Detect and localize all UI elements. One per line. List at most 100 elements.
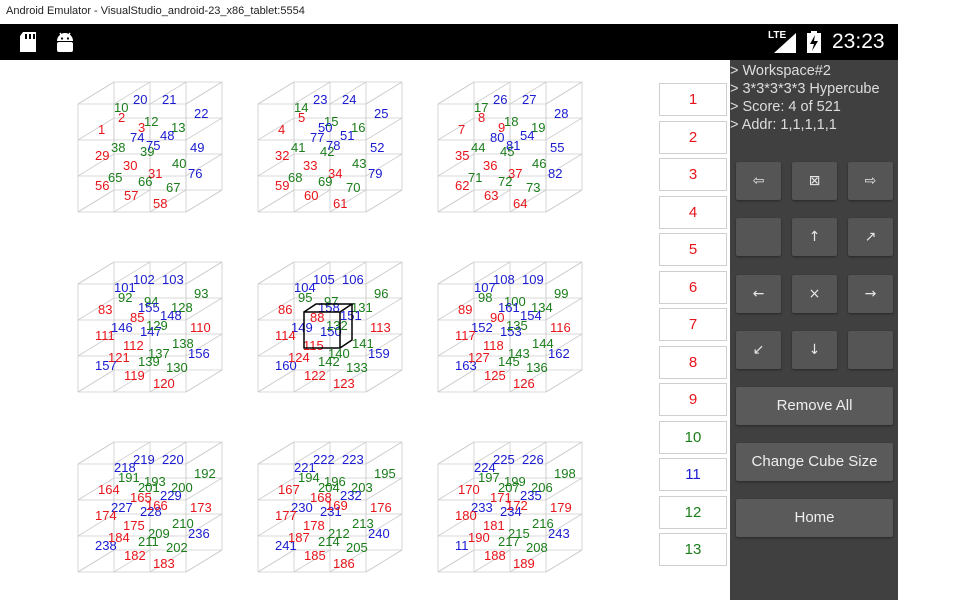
cell-number: 69 [318,174,332,189]
layer-button-2[interactable]: 2 [659,120,727,154]
move-down-left-button[interactable]: ↙ [736,331,781,369]
layer-button-8[interactable]: 8 [659,345,727,379]
cell-number: 66 [138,174,152,189]
cell-number: 217 [498,534,520,549]
cell-number: 24 [342,92,356,107]
grid-line [365,189,403,213]
cell-number: 32 [275,148,289,163]
grid-line [77,549,115,573]
cell-number: 167 [278,482,300,497]
cell-number: 89 [458,302,472,317]
grid-line [77,441,115,465]
cell-number: 43 [352,156,366,171]
grid-line [545,189,583,213]
layer-button-12[interactable]: 12 [659,495,727,529]
cell-number: 142 [318,354,340,369]
remove-cell-button[interactable]: × [792,275,837,313]
cell-number: 48 [160,128,174,143]
cell-number: 4 [278,122,285,137]
cell-number: 111 [95,328,115,343]
cell-number: 205 [346,540,368,555]
cell-number: 36 [483,158,497,173]
cell-number: 226 [522,452,544,467]
move-down-button[interactable]: ↓ [792,331,837,369]
home-button[interactable]: Home [736,499,893,537]
grid-line [257,189,295,213]
cell-number: 44 [471,140,485,155]
cell-number: 57 [124,188,138,203]
layer-button-3[interactable]: 3 [659,158,727,191]
clear-selection-button[interactable]: ⊠ [792,162,837,200]
layer-button-9[interactable]: 9 [659,383,727,416]
battery-charging-icon [807,31,821,53]
grid-line [185,189,223,213]
change-cube-size-button[interactable]: Change Cube Size [736,443,893,481]
window-title: Android Emulator - VisualStudio_android-… [6,5,305,17]
layer-button-11[interactable]: 11 [659,458,727,491]
cell-number: 132 [326,318,348,333]
cell-number: 70 [346,180,360,195]
cell-number: 156 [188,346,210,361]
cell-number: 225 [493,452,515,467]
cell-number: 183 [153,556,175,571]
cell-number: 86 [278,302,292,317]
emulator-side-strip [898,24,962,600]
move-up-right-button[interactable]: ↗ [848,218,893,256]
cell-number: 9 [498,120,505,135]
grid-line [437,189,475,213]
cell-number: 214 [318,534,340,549]
cell-number: 75 [146,138,160,153]
grid-line [545,549,583,573]
layer-button-13[interactable]: 13 [659,533,727,566]
cell-number: 190 [468,530,490,545]
grid-line [437,549,475,573]
cell-number: 82 [548,166,562,181]
cell-number: 170 [458,482,480,497]
layer-button-5[interactable]: 5 [659,233,727,266]
nav-blank-button[interactable] [736,218,781,256]
cell-number: 240 [368,526,390,541]
move-up-button[interactable]: ↑ [792,218,837,256]
cell-number: 79 [368,166,382,181]
remove-all-button[interactable]: Remove All [736,387,893,425]
grid-line [437,369,475,393]
grid-line [77,261,115,285]
cell-number: 186 [333,556,355,571]
layer-button-10[interactable]: 10 [659,420,727,454]
move-right-button[interactable]: → [848,275,893,313]
cell-number: 243 [548,526,570,541]
grid-line [185,369,223,393]
cell-number: 122 [304,368,326,383]
cell-number: 61 [333,196,347,211]
cell-number: 169 [326,498,348,513]
cell-number: 204 [318,480,340,495]
grid-line [545,261,583,285]
cell-number: 25 [374,106,388,121]
cell-number: 207 [498,480,520,495]
cell-number: 46 [532,156,546,171]
clock: 23:23 [832,30,885,53]
hypercube-view[interactable]: 121020 212212 1338 3948492930314056575865 66… [0,60,660,600]
prev-workspace-button[interactable]: ⇦ [736,162,781,200]
nav-blank-button-2[interactable] [848,331,893,369]
grid-line [545,441,583,465]
layer-button-4[interactable]: 4 [659,195,727,229]
layer-button-7[interactable]: 7 [659,308,727,341]
layer-button-6[interactable]: 6 [659,270,727,304]
cell-number: 114 [275,328,296,343]
cell-number: 55 [550,140,564,155]
move-left-button[interactable]: ← [736,275,781,313]
grid-line [437,81,475,105]
layer-button-1[interactable]: 1 [659,83,727,116]
cell-number: 161 [498,300,520,315]
grid-line [365,441,403,465]
grid-line [185,261,223,285]
grid-line [365,117,403,141]
cell-number: 105 [313,272,335,287]
score-label: > Score: 4 of 521 [730,99,841,115]
cell-number: 176 [370,500,392,515]
cell-number: 189 [513,556,535,571]
cell-number: 164 [98,482,120,497]
cell-number: 1 [98,122,105,137]
next-workspace-button[interactable]: ⇨ [848,162,893,200]
